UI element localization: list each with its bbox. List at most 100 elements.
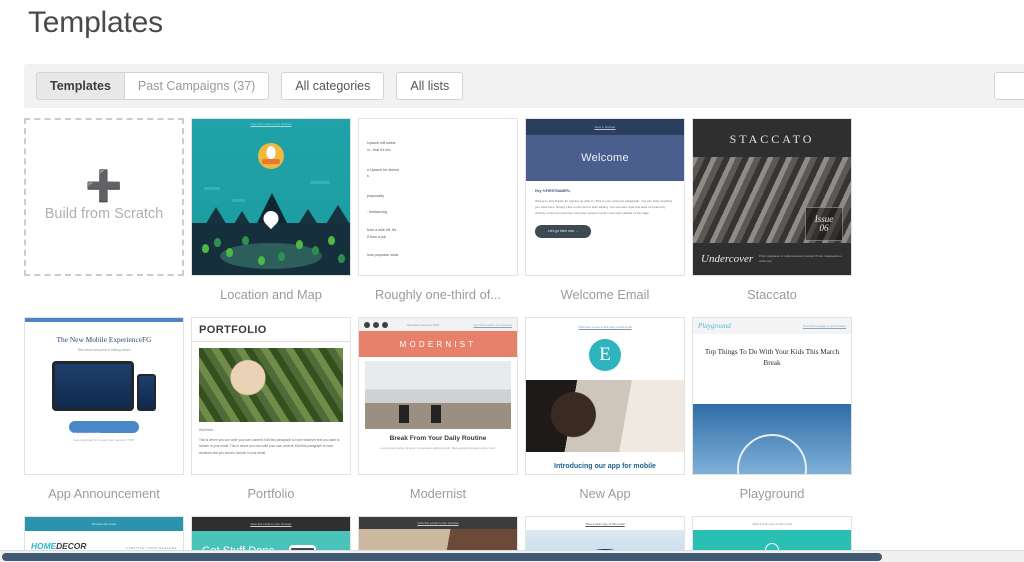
doc-line: n Upwork for almost bbox=[367, 167, 399, 172]
lake-shape bbox=[220, 243, 322, 269]
template-card-new-app[interactable]: Click here to see a web copy of this ema… bbox=[525, 317, 685, 475]
doc-line: proposals) bbox=[367, 194, 384, 199]
preheader-text: Click here to see a web copy of this ema… bbox=[578, 325, 632, 329]
portrait-photo bbox=[199, 348, 343, 422]
email-body: Hey there... This is where you can write… bbox=[192, 422, 350, 462]
view-in-browser-link: View this message in your browser bbox=[802, 324, 846, 328]
twitter-icon bbox=[373, 321, 379, 328]
laptop-icon bbox=[52, 361, 134, 411]
template-card-location-and-map[interactable]: View this email in your browser bbox=[191, 118, 351, 276]
grid-cell: View this email in your browser bbox=[191, 118, 358, 317]
cloud-icon bbox=[310, 181, 330, 184]
grid-cell: Newsletter February 2015 View this email… bbox=[358, 317, 525, 516]
staccato-thumbnail: STACCATO Issue 06 Undercover Probi volup… bbox=[693, 119, 851, 275]
tree-icon bbox=[312, 246, 319, 255]
app-logo-icon: E bbox=[589, 339, 621, 371]
headline-text: The New Mobile ExperienceFG bbox=[56, 335, 152, 344]
balloon-basket bbox=[262, 159, 280, 164]
horizontal-scrollbar[interactable] bbox=[0, 550, 1024, 562]
document-thumbnail: Upwork will swear m - that it's too n Up… bbox=[359, 119, 517, 265]
template-grid: ➕ Build from Scratch View this email in … bbox=[24, 118, 1024, 562]
filter-bar: Templates Past Campaigns (37) All catego… bbox=[24, 64, 1024, 108]
template-caption: Portfolio bbox=[247, 486, 295, 501]
filter-bar-edge-button[interactable] bbox=[994, 72, 1024, 100]
preheader-bar: Browse this email bbox=[25, 517, 183, 531]
preheader-text: View this email in your browser bbox=[250, 122, 292, 126]
view-in-browser-link: View this email in your browser bbox=[473, 322, 513, 327]
tree-icon bbox=[214, 238, 221, 247]
portfolio-title: PORTFOLIO bbox=[192, 318, 350, 342]
headline-text: Break From Your Daily Routine bbox=[389, 435, 487, 442]
select-all-lists[interactable]: All lists bbox=[396, 72, 464, 100]
page-title: Templates bbox=[28, 6, 163, 39]
body-text: This is where you can write your own con… bbox=[199, 438, 340, 455]
stool-shape bbox=[399, 405, 409, 423]
build-from-scratch-label: Build from Scratch bbox=[44, 206, 164, 222]
doc-line: Upwork will swear bbox=[367, 141, 396, 145]
grid-cell: The New Mobile ExperienceFG See what eve… bbox=[24, 317, 191, 516]
view-toggle-group: Templates Past Campaigns (37) bbox=[36, 72, 270, 100]
body-text: Lorem ipsum dolor sit amet, consectetur … bbox=[380, 446, 496, 450]
facebook-icon bbox=[364, 321, 370, 328]
preheader-text: View this email in your browser bbox=[250, 522, 292, 526]
preheader-text: View this email in your browser bbox=[417, 521, 459, 525]
template-caption: Staccato bbox=[747, 287, 797, 302]
google-plus-icon bbox=[382, 321, 388, 328]
template-card-staccato[interactable]: STACCATO Issue 06 Undercover Probi volup… bbox=[692, 118, 852, 276]
template-card-portfolio[interactable]: PORTFOLIO Hey there... This is where you… bbox=[191, 317, 351, 475]
hero-banner: Welcome bbox=[526, 135, 684, 181]
tab-templates[interactable]: Templates bbox=[36, 72, 125, 100]
grid-cell: Click here to see a web copy of this ema… bbox=[525, 317, 692, 516]
interior-photo bbox=[365, 361, 511, 429]
template-card-welcome-email[interactable]: View in browser Welcome Hey %FIRSTNAME%,… bbox=[525, 118, 685, 276]
doc-line: ious proposal, what bbox=[367, 252, 398, 257]
issue-number: 06 bbox=[819, 223, 829, 233]
template-caption: Playground bbox=[739, 486, 805, 501]
doc-line: - freelancing. bbox=[367, 210, 388, 215]
subhead-text: See what everyone is talking about bbox=[77, 348, 131, 352]
email-body: Hey %FIRSTNAME%, Welcome and thanks for … bbox=[526, 181, 684, 246]
plus-icon: ➕ bbox=[85, 170, 123, 203]
greeting-text: Hey there... bbox=[199, 428, 216, 432]
header-bar: Playground View this message in your bro… bbox=[693, 318, 851, 334]
preheader-text: Browse this email bbox=[92, 522, 116, 526]
doc-line: from a mile off. It's bbox=[367, 227, 397, 232]
template-caption bbox=[24, 287, 184, 302]
select-all-categories[interactable]: All categories bbox=[281, 72, 385, 100]
phone-icon bbox=[137, 374, 156, 411]
preheader-bar: View this email in your browser bbox=[192, 517, 350, 531]
stool-shape bbox=[431, 405, 441, 423]
template-caption: App Announcement bbox=[48, 486, 160, 501]
greeting-text: Hey %FIRSTNAME%, bbox=[535, 189, 571, 193]
template-caption: Modernist bbox=[409, 486, 467, 501]
preheader-bar: View in browser bbox=[526, 119, 684, 135]
phone-screen bbox=[139, 376, 154, 409]
template-card-roughly-one-third[interactable]: Upwork will swear m - that it's too n Up… bbox=[358, 118, 518, 276]
template-card-playground[interactable]: Playground View this message in your bro… bbox=[692, 317, 852, 475]
tree-icon bbox=[258, 256, 265, 265]
headline-text: Top Things To Do With Your Kids This Mar… bbox=[704, 348, 840, 367]
template-card-app-announcement[interactable]: The New Mobile ExperienceFG See what eve… bbox=[24, 317, 184, 475]
lifestyle-photo bbox=[526, 380, 684, 452]
issue-badge: Issue 06 bbox=[805, 207, 843, 241]
cloud-icon bbox=[232, 199, 245, 202]
template-card-modernist[interactable]: Newsletter February 2015 View this email… bbox=[358, 317, 518, 475]
note-text: Free download. Not needs cash required. … bbox=[73, 438, 135, 442]
preheader-bar: View a web copy of this email bbox=[693, 517, 851, 530]
preheader-bar: View this email in your browser bbox=[359, 517, 517, 529]
grid-cell: PORTFOLIO Hey there... This is where you… bbox=[191, 317, 358, 516]
grid-cell: STACCATO Issue 06 Undercover Probi volup… bbox=[692, 118, 859, 317]
preheader-text: Newsletter February 2015 bbox=[407, 322, 440, 327]
tab-past-campaigns[interactable]: Past Campaigns (37) bbox=[124, 72, 270, 100]
template-caption: New App bbox=[579, 486, 631, 501]
tree-icon bbox=[202, 244, 209, 253]
preheader-bar: View a web copy of this email bbox=[526, 517, 684, 530]
grid-cell: View in browser Welcome Hey %FIRSTNAME%,… bbox=[525, 118, 692, 317]
template-caption: Roughly one-third of... bbox=[375, 287, 501, 302]
doc-line: k. bbox=[367, 174, 370, 179]
staccato-wordmark: STACCATO bbox=[729, 132, 815, 146]
preheader-text: View a web copy of this email bbox=[752, 521, 792, 526]
scrollbar-thumb[interactable] bbox=[2, 553, 882, 561]
build-from-scratch-card[interactable]: ➕ Build from Scratch bbox=[24, 118, 184, 276]
staccato-footer: Undercover Probi voluptatum ut nulla con… bbox=[693, 243, 851, 275]
